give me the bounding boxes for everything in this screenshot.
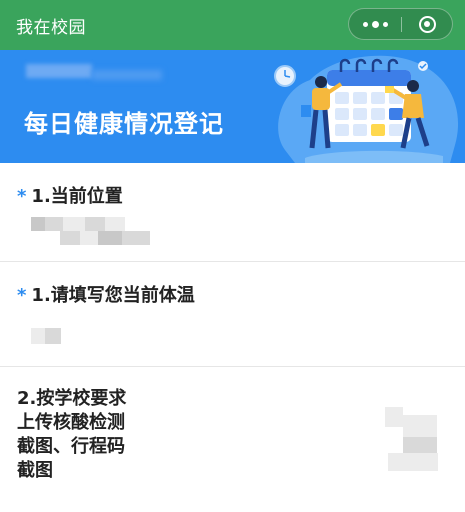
calendar-people-illustration <box>274 55 459 163</box>
question-label-line: 上传核酸检测 <box>17 412 125 433</box>
question-label: 1.请填写您当前体温 <box>31 285 195 306</box>
form-item-location: * 1.当前位置 <box>0 163 465 262</box>
more-dots-icon[interactable] <box>349 9 401 39</box>
form-item-upload: 2.按学校要求 上传核酸检测 截图、行程码 截图 <box>0 367 465 512</box>
blurred-text <box>26 64 92 78</box>
mini-program-nav-bar: 我在校园 <box>0 0 465 50</box>
clock-icon <box>274 65 296 87</box>
form-item-temperature: * 1.请填写您当前体温 <box>0 262 465 367</box>
question-label-line: 截图 <box>17 460 53 481</box>
question-location: * 1.当前位置 <box>17 185 123 209</box>
required-mark: * <box>17 186 27 207</box>
question-label-line: 2.按学校要求 <box>17 388 127 409</box>
question-label: 1.当前位置 <box>31 186 123 207</box>
calendar-icon <box>327 58 411 142</box>
header-banner: 每日健康情况登记 <box>0 50 465 163</box>
blurred-text <box>92 70 162 80</box>
nav-title: 我在校园 <box>16 18 86 38</box>
question-upload: 2.按学校要求 上传核酸检测 截图、行程码 截图 <box>17 387 177 483</box>
question-label-line: 截图、行程码 <box>17 436 125 457</box>
banner-title: 每日健康情况登记 <box>24 110 224 138</box>
capsule-menu <box>348 8 453 40</box>
target-close-icon[interactable] <box>402 9 452 39</box>
required-mark: * <box>17 285 27 306</box>
question-temperature: * 1.请填写您当前体温 <box>17 284 195 308</box>
